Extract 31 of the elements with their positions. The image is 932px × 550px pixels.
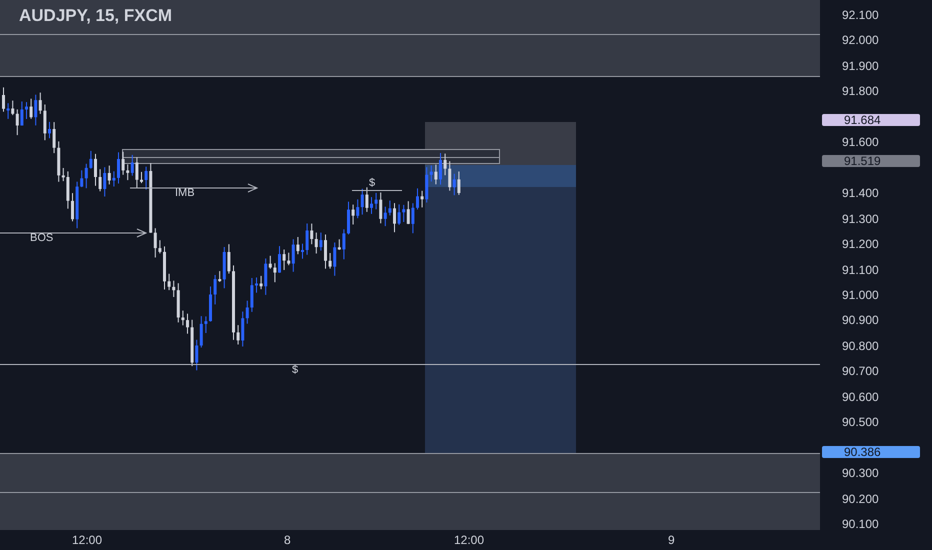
price-label: 91.400: [842, 186, 879, 200]
annotation-label: $: [369, 177, 376, 190]
time-label: 8: [284, 533, 291, 547]
price-label: 91.800: [842, 84, 879, 98]
time-label: 12:00: [72, 533, 102, 547]
price-label: 91.000: [842, 288, 879, 302]
price-label: 91.300: [842, 212, 879, 226]
price-label: 90.100: [842, 517, 879, 531]
annotation-label: $: [292, 364, 298, 377]
chart-title: AUDJPY, 15, FXCM: [19, 5, 172, 27]
price-label: 92.000: [842, 33, 879, 48]
price-label: 91.900: [842, 58, 879, 73]
horizontal-line: [352, 190, 402, 191]
price-label: 90.300: [842, 466, 879, 480]
price-label: 90.500: [842, 415, 879, 430]
price-label: 92.100: [842, 8, 879, 22]
price-label: 90.700: [842, 364, 879, 378]
price-label: 90.900: [842, 313, 879, 328]
time-label: 12:00: [454, 533, 484, 547]
price-label: 91.600: [842, 135, 879, 150]
price-tag: 91.684: [822, 114, 920, 126]
annotation-label: BOS: [30, 232, 54, 245]
price-label: 90.200: [842, 492, 879, 506]
price-label: 91.100: [842, 262, 879, 276]
price-label: 90.800: [842, 338, 879, 353]
price-tag: 91.519: [822, 155, 920, 167]
price-tag: 90.386: [822, 446, 920, 458]
time-label: 9: [668, 533, 675, 547]
price-label: 91.200: [842, 237, 879, 252]
price-label: 90.600: [842, 390, 879, 404]
annotation-label: IMB: [175, 187, 195, 200]
